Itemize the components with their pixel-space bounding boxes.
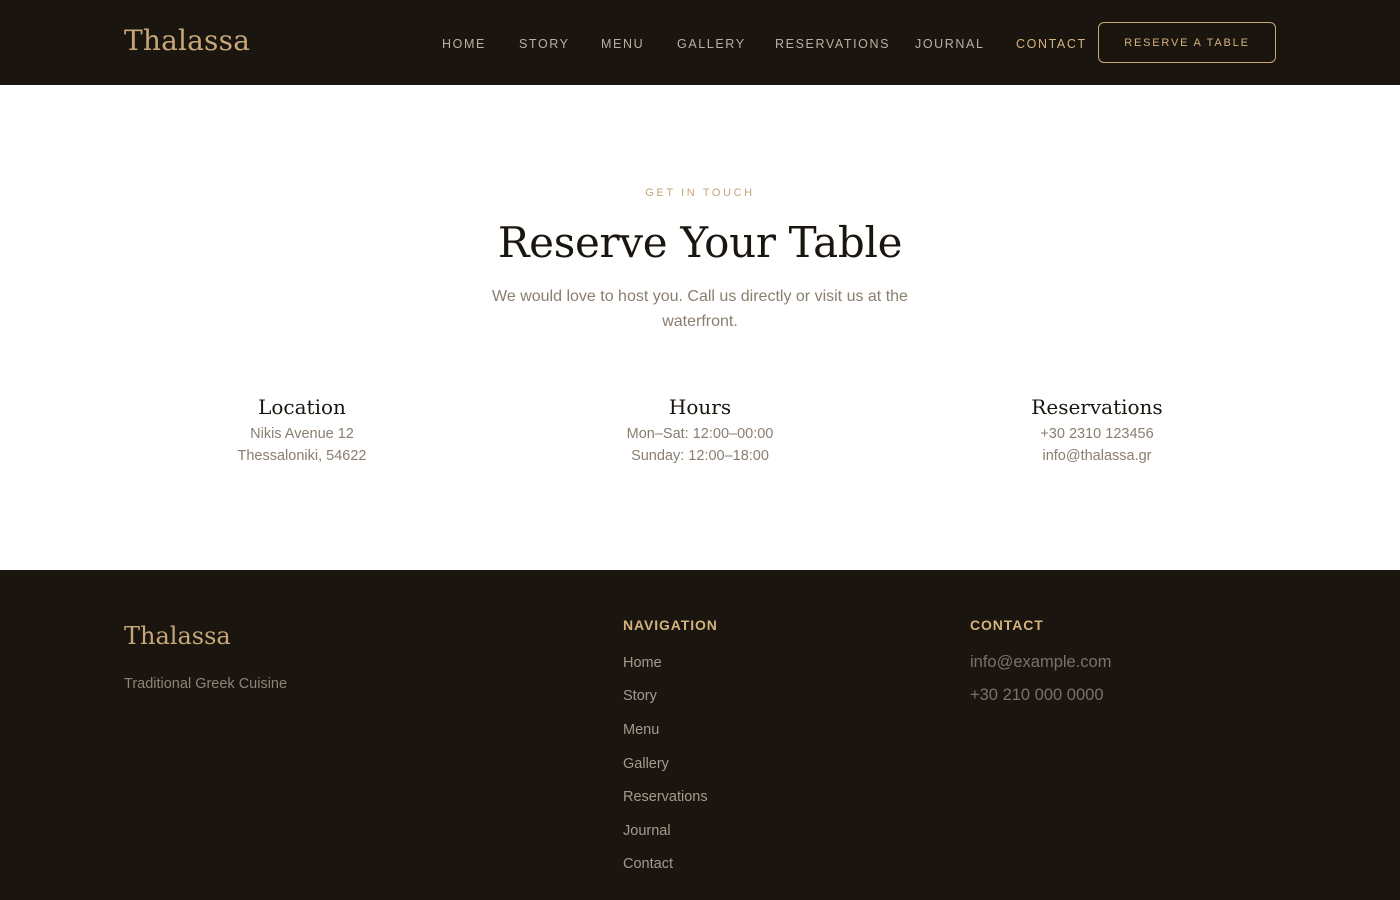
hours-weekday: Mon–Sat: 12:00–00:00	[626, 426, 774, 442]
location-info: Location Nikis Avenue 12 Thessaloniki, 5…	[152, 394, 452, 467]
brand-logo[interactable]: Thalassa	[124, 24, 250, 57]
nav-menu[interactable]: MENU	[601, 37, 644, 51]
page-title: Reserve Your Table	[497, 218, 903, 267]
nav-journal[interactable]: JOURNAL	[915, 37, 985, 51]
nav-home[interactable]: HOME	[442, 37, 486, 51]
nav-reservations[interactable]: RESERVATIONS	[775, 37, 890, 51]
footer-contact-heading: CONTACT	[970, 617, 1044, 633]
reservations-phone[interactable]: +30 2310 123456	[947, 423, 1247, 445]
hours-sunday: Sunday: 12:00–18:00	[631, 448, 769, 464]
site-footer: Thalassa Traditional Greek Cuisine NAVIG…	[0, 570, 1400, 900]
footer-link-reservations[interactable]: Reservations	[623, 789, 708, 805]
nav-contact[interactable]: CONTACT	[1016, 37, 1087, 51]
footer-link-contact[interactable]: Contact	[623, 856, 673, 872]
footer-phone[interactable]: +30 210 000 0000	[970, 686, 1104, 705]
reserve-table-button[interactable]: RESERVE A TABLE	[1098, 22, 1276, 63]
address-street: Nikis Avenue 12	[250, 426, 354, 442]
reservations-heading: Reservations	[1031, 395, 1163, 419]
footer-link-story[interactable]: Story	[623, 688, 657, 704]
footer-link-menu[interactable]: Menu	[623, 722, 659, 738]
location-heading: Location	[258, 395, 346, 419]
section-eyebrow: GET IN TOUCH	[645, 187, 755, 199]
nav-story[interactable]: STORY	[519, 37, 570, 51]
footer-email[interactable]: info@example.com	[970, 653, 1111, 672]
nav-gallery[interactable]: GALLERY	[677, 37, 746, 51]
footer-link-home[interactable]: Home	[623, 655, 662, 671]
footer-brand[interactable]: Thalassa	[124, 622, 231, 650]
reservations-info: Reservations +30 2310 123456 info@thalas…	[947, 394, 1247, 467]
site-header: Thalassa HOME STORY MENU GALLERY RESERVA…	[0, 0, 1400, 85]
section-intro: We would love to host you. Call us direc…	[492, 288, 908, 330]
hours-info: Hours Mon–Sat: 12:00–00:00 Sunday: 12:00…	[550, 394, 850, 467]
footer-tagline: Traditional Greek Cuisine	[124, 676, 288, 692]
address-city: Thessaloniki, 54622	[237, 448, 367, 464]
footer-nav-heading: NAVIGATION	[623, 617, 718, 633]
hours-heading: Hours	[668, 395, 732, 419]
footer-link-gallery[interactable]: Gallery	[623, 756, 669, 772]
reservations-email[interactable]: info@thalassa.gr	[947, 445, 1247, 467]
footer-link-journal[interactable]: Journal	[623, 823, 671, 839]
